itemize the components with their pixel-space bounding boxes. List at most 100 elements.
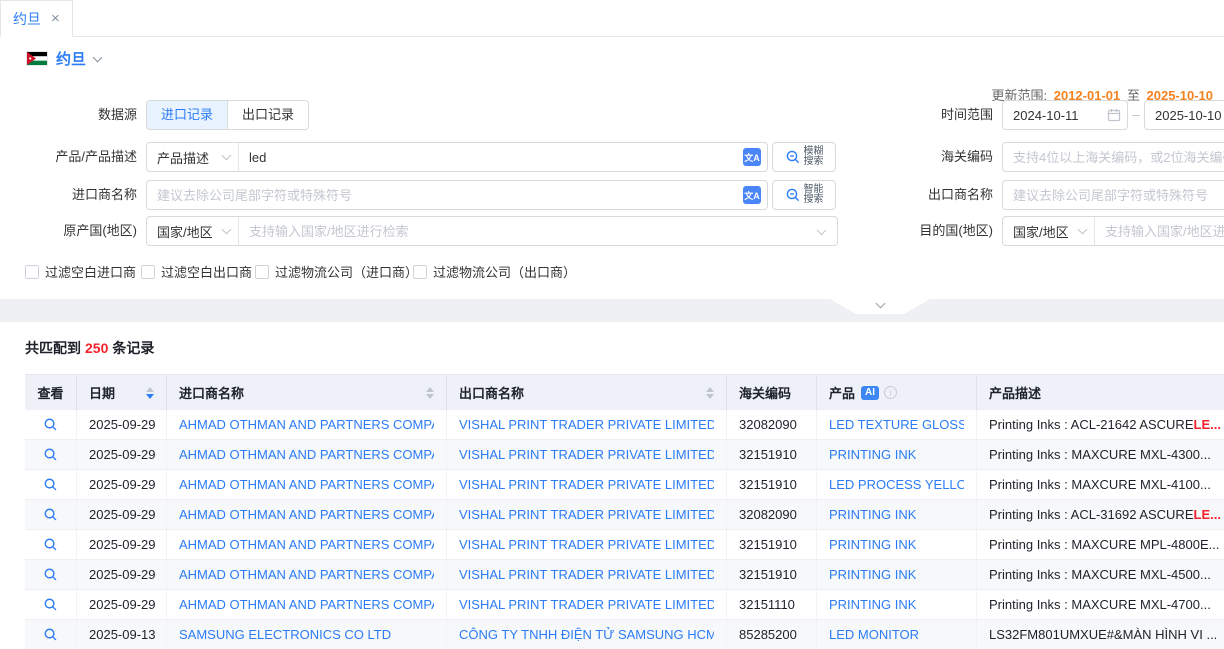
view-detail-button[interactable] (25, 530, 76, 559)
tab-export-records[interactable]: 出口记录 (227, 101, 308, 129)
description-cell: Printing Inks : MAXCURE MXL-4700... (977, 590, 1224, 619)
time-range-start-field[interactable] (1002, 100, 1128, 130)
importer-field[interactable]: 文A (146, 180, 768, 210)
column-header-1[interactable]: 日期 (77, 375, 167, 410)
exporter-link[interactable]: VISHAL PRINT TRADER PRIVATE LIMITED (459, 477, 714, 492)
exporter-link[interactable]: VISHAL PRINT TRADER PRIVATE LIMITED (459, 417, 714, 432)
view-detail-button[interactable] (25, 470, 76, 499)
view-detail-button[interactable] (25, 500, 76, 529)
exporter-cell: VISHAL PRINT TRADER PRIVATE LIMITED (447, 470, 727, 499)
tab-jordan[interactable]: 约旦 × (0, 0, 73, 37)
checkbox-icon[interactable] (141, 265, 155, 279)
sort-asc-icon[interactable] (706, 387, 714, 392)
checkbox-filter-blank-importer[interactable]: 过滤空白进口商 (25, 262, 136, 281)
hs-code-field[interactable] (1002, 142, 1224, 172)
description-highlight: LE... (1194, 507, 1221, 522)
sort-control[interactable] (706, 387, 714, 399)
product-link[interactable]: PRINTING INK (829, 597, 916, 612)
view-detail-button[interactable] (25, 560, 76, 589)
view-detail-button[interactable] (25, 410, 76, 439)
importer-link[interactable]: AHMAD OTHMAN AND PARTNERS COMPA... (179, 417, 434, 432)
product-link[interactable]: LED TEXTURE GLOSS ... (829, 417, 964, 432)
table-row: 2025-09-29AHMAD OTHMAN AND PARTNERS COMP… (25, 440, 1224, 470)
sort-control[interactable] (146, 387, 154, 399)
exporter-cell: VISHAL PRINT TRADER PRIVATE LIMITED (447, 560, 727, 589)
sort-desc-icon[interactable] (146, 394, 154, 399)
hs-code-input[interactable] (1003, 144, 1224, 170)
product-link[interactable]: PRINTING INK (829, 507, 916, 522)
checkbox-filter-logistics-exporter[interactable]: 过滤物流公司（出口商） (413, 262, 576, 281)
checkbox-filter-logistics-importer[interactable]: 过滤物流公司（进口商） (255, 262, 418, 281)
table-row: 2025-09-29AHMAD OTHMAN AND PARTNERS COMP… (25, 530, 1224, 560)
app-window: 约旦 × 约旦 更新范围: 2012-01-01 至 2025-10-10 数据… (0, 0, 1224, 649)
exporter-link[interactable]: VISHAL PRINT TRADER PRIVATE LIMITED (459, 597, 714, 612)
checkbox-icon[interactable] (255, 265, 269, 279)
exporter-input[interactable] (1003, 182, 1224, 208)
importer-cell: AHMAD OTHMAN AND PARTNERS COMPA... (167, 470, 447, 499)
product-type-select[interactable]: 产品描述 (147, 143, 239, 171)
product-search-input[interactable] (239, 144, 767, 170)
view-detail-button[interactable] (25, 590, 76, 619)
importer-link[interactable]: SAMSUNG ELECTRONICS CO LTD (179, 627, 391, 642)
exporter-link[interactable]: CÔNG TY TNHH ĐIỆN TỬ SAMSUNG HCMC... (459, 627, 714, 642)
product-link[interactable]: PRINTING INK (829, 447, 916, 462)
checkbox-filter-blank-exporter[interactable]: 过滤空白出口商 (141, 262, 252, 281)
view-cell (25, 470, 77, 499)
exporter-link[interactable]: VISHAL PRINT TRADER PRIVATE LIMITED (459, 567, 714, 582)
tab-import-records[interactable]: 进口记录 (147, 101, 227, 129)
table-row: 2025-09-29 AHMAD OTHMAN AND PARTNERS COMP… (25, 560, 1224, 590)
view-detail-button[interactable] (25, 440, 76, 469)
date-cell: 2025-09-29 (77, 560, 167, 589)
origin-country-type-select[interactable]: 国家/地区 (147, 217, 239, 245)
importer-link[interactable]: AHMAD OTHMAN AND PARTNERS COMPA... (179, 507, 434, 522)
collapse-panel-handle[interactable] (830, 299, 930, 314)
destination-country-input[interactable] (1095, 218, 1224, 244)
smart-search-button[interactable]: 智能 搜索 (772, 180, 836, 210)
close-icon[interactable]: × (51, 11, 60, 26)
destination-country-type-select[interactable]: 国家/地区 (1003, 217, 1095, 245)
info-icon[interactable]: i (884, 386, 897, 399)
importer-cell: AHMAD OTHMAN AND PARTNERS COMPA... (167, 410, 447, 439)
sort-desc-icon[interactable] (706, 394, 714, 399)
importer-input[interactable] (147, 182, 767, 208)
exporter-field[interactable] (1002, 180, 1224, 210)
sort-control[interactable] (426, 387, 434, 399)
time-range-end-field[interactable] (1144, 100, 1224, 130)
view-detail-button[interactable] (25, 620, 76, 649)
column-header-label: 日期 (89, 383, 115, 402)
translate-icon[interactable]: 文A (743, 148, 761, 166)
importer-label: 进口商名称 (0, 180, 137, 210)
sort-asc-icon[interactable] (426, 387, 434, 392)
sort-asc-icon[interactable] (146, 387, 154, 392)
table-row: 2025-09-29AHMAD OTHMAN AND PARTNERS COMP… (25, 500, 1224, 530)
importer-link[interactable]: AHMAD OTHMAN AND PARTNERS COMPA... (179, 567, 434, 582)
exporter-link[interactable]: VISHAL PRINT TRADER PRIVATE LIMITED (459, 447, 714, 462)
product-link[interactable]: LED MONITOR (829, 627, 919, 642)
fuzzy-search-button[interactable]: 模糊 搜索 (772, 142, 836, 172)
importer-link[interactable]: AHMAD OTHMAN AND PARTNERS COMPA... (179, 537, 434, 552)
results-panel: 共匹配到250条记录 查看日期进口商名称出口商名称海关编码产品AIi产品描述 2… (0, 322, 1224, 649)
chevron-down-icon (1078, 225, 1088, 235)
translate-icon[interactable]: 文A (743, 186, 761, 204)
sort-desc-icon[interactable] (426, 394, 434, 399)
table-body: 2025-09-29 AHMAD OTHMAN AND PARTNERS COMP… (25, 410, 1224, 649)
importer-link[interactable]: AHMAD OTHMAN AND PARTNERS COMPA... (179, 447, 434, 462)
chevron-down-icon (222, 151, 232, 161)
product-link[interactable]: LED PROCESS YELLOW... (829, 477, 964, 492)
exporter-link[interactable]: VISHAL PRINT TRADER PRIVATE LIMITED (459, 537, 714, 552)
product-link[interactable]: PRINTING INK (829, 537, 916, 552)
importer-link[interactable]: AHMAD OTHMAN AND PARTNERS COMPA... (179, 477, 434, 492)
checkbox-icon[interactable] (413, 265, 427, 279)
origin-country-input[interactable] (239, 218, 837, 244)
product-cell: PRINTING INK (817, 440, 977, 469)
column-header-3[interactable]: 出口商名称 (447, 375, 727, 410)
time-range-end-input[interactable] (1145, 102, 1224, 128)
product-label: 产品/产品描述 (0, 142, 137, 172)
importer-link[interactable]: AHMAD OTHMAN AND PARTNERS COMPA... (179, 597, 434, 612)
exporter-link[interactable]: VISHAL PRINT TRADER PRIVATE LIMITED (459, 507, 714, 522)
product-link[interactable]: PRINTING INK (829, 567, 916, 582)
checkbox-icon[interactable] (25, 265, 39, 279)
description-cell: Printing Inks : ACL-31692 ASCURE LE... (977, 500, 1224, 529)
column-header-2[interactable]: 进口商名称 (167, 375, 447, 410)
country-header[interactable]: 约旦 (26, 48, 101, 69)
